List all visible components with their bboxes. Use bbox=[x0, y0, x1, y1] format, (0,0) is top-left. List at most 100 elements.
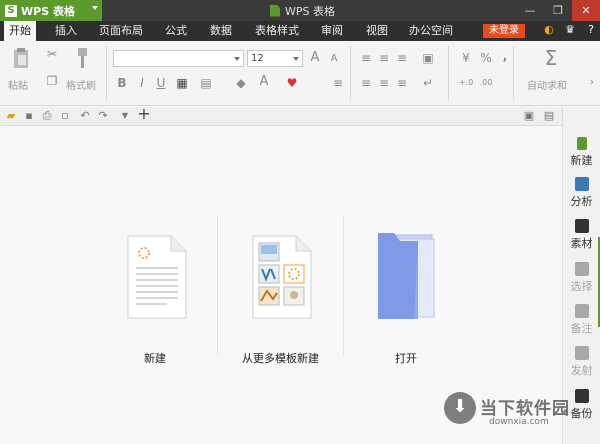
shrink-font-icon[interactable]: A bbox=[326, 51, 342, 67]
template-document-icon[interactable] bbox=[252, 235, 312, 319]
spreadsheet-doc-icon bbox=[270, 4, 280, 17]
increase-decimal-button[interactable]: +.0 bbox=[458, 75, 474, 91]
open-folder-icon[interactable]: ▰ bbox=[4, 109, 18, 123]
align-left-icon[interactable]: ≡ bbox=[358, 75, 374, 91]
watermark-text: 当下软件园 bbox=[480, 399, 570, 419]
app-brand-label: WPS 表格 bbox=[21, 4, 75, 18]
borders-icon[interactable]: ▦ bbox=[174, 75, 190, 91]
window-title-text: WPS 表格 bbox=[285, 4, 335, 18]
autosum-icon[interactable]: Σ bbox=[541, 46, 561, 70]
paste-icon[interactable] bbox=[12, 47, 30, 69]
panel-notes[interactable]: 备注 bbox=[563, 304, 600, 336]
open-document-label[interactable]: 打开 bbox=[395, 350, 417, 366]
tab-data[interactable]: 数据 bbox=[205, 21, 237, 41]
font-name-combo[interactable] bbox=[113, 50, 244, 67]
new-file-icon bbox=[576, 137, 587, 150]
tab-view[interactable]: 视图 bbox=[361, 21, 393, 41]
option-divider bbox=[343, 215, 344, 355]
align-center-icon[interactable]: ≡ bbox=[376, 75, 392, 91]
grow-font-icon[interactable]: A bbox=[307, 50, 323, 66]
tab-formulas[interactable]: 公式 bbox=[160, 21, 192, 41]
skin-icon[interactable]: ◐ bbox=[542, 23, 556, 36]
backup-icon bbox=[574, 389, 589, 403]
tab-office-space[interactable]: 办公空间 bbox=[404, 21, 458, 41]
merge-center-icon[interactable]: ▣ bbox=[420, 50, 436, 66]
clear-format-icon[interactable]: ♥ bbox=[284, 75, 300, 91]
wrap-text-icon[interactable]: ↵ bbox=[420, 75, 436, 91]
autosum-button[interactable]: 自动求和 bbox=[527, 77, 567, 92]
panel-materials[interactable]: 素材 bbox=[563, 219, 600, 251]
app-menu-button[interactable]: S WPS 表格 bbox=[0, 0, 102, 21]
ribbon-separator bbox=[106, 46, 107, 100]
ribbon-tab-bar: 开始 插入 页面布局 公式 数据 表格样式 审阅 视图 办公空间 未登录 ◐ ♛… bbox=[0, 21, 600, 41]
merge-cells-icon[interactable]: ▤ bbox=[198, 75, 214, 91]
align-top-icon[interactable]: ≡ bbox=[358, 50, 374, 66]
panel-options-icon[interactable]: ▤ bbox=[542, 109, 556, 123]
panel-analyze-label: 分析 bbox=[570, 195, 593, 208]
ribbon-separator bbox=[448, 46, 449, 100]
tab-bar-tools: ◐ ♛ ? bbox=[542, 23, 598, 36]
panel-new[interactable]: 新建 bbox=[563, 137, 600, 168]
tab-home[interactable]: 开始 bbox=[4, 21, 36, 41]
wps-logo-icon: S bbox=[5, 4, 17, 17]
cut-icon[interactable]: ✂ bbox=[44, 46, 60, 62]
undo-icon[interactable]: ↶ bbox=[78, 109, 92, 123]
tab-page-layout[interactable]: 页面布局 bbox=[94, 21, 148, 41]
panel-select-label: 选择 bbox=[570, 280, 593, 293]
watermark-url: downxia.com bbox=[489, 417, 549, 427]
percent-button[interactable]: % bbox=[478, 50, 494, 66]
customize-dropdown-icon[interactable]: ▼ bbox=[118, 109, 132, 123]
ribbon-home: 粘贴 ✂ ❐ 格式刷 12 A A B I U ▦ ▤ ◆ A ♥ ≡ ≡ ≡ … bbox=[0, 41, 600, 106]
chevron-down-icon bbox=[92, 6, 98, 10]
currency-icon[interactable]: ¥ bbox=[458, 50, 474, 66]
new-document-icon[interactable] bbox=[127, 235, 187, 319]
format-painter-label[interactable]: 格式刷 bbox=[66, 77, 96, 92]
tab-review[interactable]: 审阅 bbox=[316, 21, 348, 41]
panel-share[interactable]: 发射 bbox=[563, 346, 600, 378]
tab-insert[interactable]: 插入 bbox=[50, 21, 82, 41]
analyze-icon bbox=[574, 177, 589, 191]
download-arrow-icon: ⬇ bbox=[452, 396, 468, 417]
chevron-right-icon[interactable]: › bbox=[584, 75, 600, 91]
minimize-button[interactable]: — bbox=[516, 0, 544, 21]
ribbon-separator bbox=[513, 46, 514, 100]
font-size-combo[interactable]: 12 bbox=[247, 50, 303, 67]
new-document-label[interactable]: 新建 bbox=[144, 350, 166, 366]
chevron-down-icon bbox=[293, 57, 299, 61]
align-right-icon[interactable]: ≡ bbox=[394, 75, 410, 91]
copy-icon[interactable]: ❐ bbox=[44, 73, 60, 89]
panel-analyze[interactable]: 分析 bbox=[563, 177, 600, 209]
redo-icon[interactable]: ↷ bbox=[96, 109, 110, 123]
underline-button[interactable]: U bbox=[153, 75, 169, 91]
bold-button[interactable]: B bbox=[114, 75, 130, 91]
align-bottom-icon[interactable]: ≡ bbox=[394, 50, 410, 66]
open-folder-large-icon[interactable] bbox=[374, 231, 438, 321]
print-preview-icon[interactable]: ▫ bbox=[58, 109, 72, 123]
start-page: 新建 从更多模板新建 打开 bbox=[0, 127, 562, 444]
save-icon[interactable]: ▪ bbox=[22, 109, 36, 123]
tab-table-styles[interactable]: 表格样式 bbox=[250, 21, 304, 41]
link-icon bbox=[574, 346, 589, 360]
print-icon[interactable]: ⎙ bbox=[40, 109, 54, 123]
format-painter-icon[interactable] bbox=[72, 47, 92, 69]
thousands-separator-button[interactable]: , bbox=[497, 48, 513, 64]
new-from-template-label[interactable]: 从更多模板新建 bbox=[242, 350, 319, 366]
font-color-icon[interactable]: A bbox=[256, 74, 272, 90]
window-title: WPS 表格 bbox=[270, 0, 335, 21]
italic-button[interactable]: I bbox=[134, 75, 150, 91]
login-button[interactable]: 未登录 bbox=[483, 24, 525, 38]
decrease-decimal-button[interactable]: .00 bbox=[478, 75, 494, 91]
ribbon-separator bbox=[350, 46, 351, 100]
notes-icon bbox=[574, 304, 589, 318]
align-middle-icon[interactable]: ≡ bbox=[376, 50, 392, 66]
shirt-icon[interactable]: ♛ bbox=[563, 23, 577, 36]
fill-color-icon[interactable]: ◆ bbox=[233, 75, 249, 91]
new-tab-button[interactable]: + bbox=[137, 106, 151, 122]
paste-label[interactable]: 粘贴 bbox=[8, 77, 28, 92]
help-icon[interactable]: ? bbox=[584, 23, 598, 36]
indent-icon[interactable]: ≡ bbox=[330, 75, 346, 91]
restore-button[interactable]: ❐ bbox=[544, 0, 572, 21]
close-button[interactable]: ✕ bbox=[572, 0, 600, 21]
panel-select[interactable]: 选择 bbox=[563, 262, 600, 294]
panel-toggle-icon[interactable]: ▣ bbox=[522, 109, 536, 123]
